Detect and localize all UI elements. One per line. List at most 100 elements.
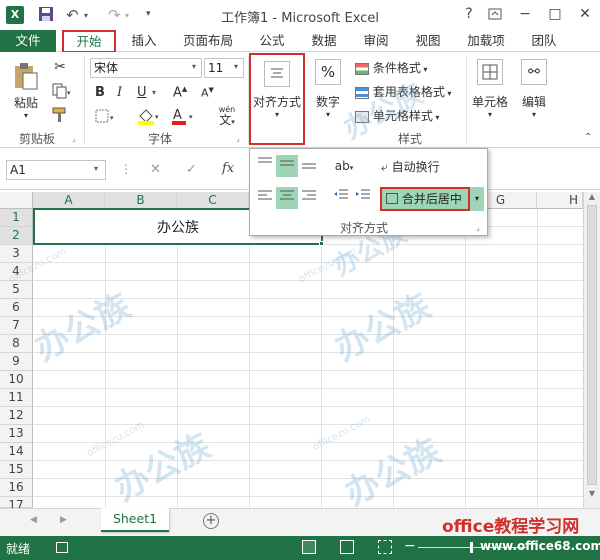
- decrease-font-size-icon[interactable]: A▼: [200, 85, 215, 101]
- help-icon[interactable]: ?: [458, 4, 480, 24]
- select-all-corner[interactable]: [0, 192, 33, 209]
- worksheet-grid[interactable]: A B C D E F G H ▲ ▼ 1 2 3 4 5 6 7 8 9 10…: [0, 77, 600, 514]
- minimize-icon[interactable]: −: [514, 4, 536, 24]
- editing-button[interactable]: ⚯ 编辑 ▾: [516, 56, 552, 132]
- row-header[interactable]: 3: [0, 245, 33, 263]
- phonetic-guide-icon[interactable]: wén 文▾: [212, 104, 242, 129]
- row-header[interactable]: 11: [0, 389, 33, 407]
- tab-file[interactable]: 文件: [0, 30, 56, 52]
- prev-sheet-icon[interactable]: ◀: [30, 515, 37, 525]
- name-box[interactable]: A1: [6, 160, 106, 180]
- increase-font-size-icon[interactable]: A▲: [172, 84, 188, 101]
- zoom-slider-thumb[interactable]: [470, 542, 473, 553]
- insert-function-icon[interactable]: fx: [222, 161, 234, 176]
- row-header[interactable]: 6: [0, 299, 33, 317]
- row-header[interactable]: 12: [0, 407, 33, 425]
- clipboard-launcher-icon[interactable]: ⌟: [72, 134, 76, 143]
- borders-icon[interactable]: ▾: [94, 108, 120, 127]
- column-header[interactable]: C: [177, 192, 249, 209]
- font-launcher-icon[interactable]: ⌟: [236, 134, 240, 143]
- align-top-icon[interactable]: [254, 155, 276, 177]
- row-header[interactable]: 17: [0, 497, 33, 512]
- align-left-icon[interactable]: [254, 187, 276, 209]
- column-header[interactable]: B: [105, 192, 177, 209]
- watermark-text: 办公族: [28, 285, 138, 370]
- orientation-icon[interactable]: ab▾: [330, 155, 358, 177]
- alignment-button-label: 对齐方式: [252, 95, 301, 109]
- column-header[interactable]: H: [537, 192, 583, 209]
- tab-page-layout[interactable]: 页面布局: [180, 32, 236, 52]
- svg-text:A: A: [173, 108, 182, 123]
- font-size-dropdown-icon[interactable]: ▾: [234, 62, 238, 71]
- alignment-launcher-icon[interactable]: ⌟: [476, 223, 480, 232]
- cells-button[interactable]: 单元格 ▾: [470, 56, 510, 132]
- tab-home[interactable]: 开始: [62, 30, 116, 53]
- vertical-scrollbar[interactable]: ▲ ▼: [583, 192, 600, 508]
- decrease-indent-icon[interactable]: [330, 187, 352, 209]
- increase-indent-icon[interactable]: [352, 187, 374, 209]
- copy-icon[interactable]: ▾: [50, 82, 74, 100]
- cut-icon[interactable]: ✂: [50, 58, 70, 76]
- binoculars-icon: ⚯: [521, 59, 547, 85]
- font-color-icon[interactable]: A ▾: [170, 106, 198, 129]
- normal-view-icon[interactable]: [302, 540, 316, 554]
- row-header[interactable]: 10: [0, 371, 33, 389]
- conditional-formatting-button[interactable]: 条件格式 ▾: [354, 58, 428, 77]
- wrap-text-button[interactable]: ⤶ 自动换行: [380, 157, 441, 176]
- font-name-dropdown-icon[interactable]: ▾: [192, 62, 196, 71]
- tab-formulas[interactable]: 公式: [254, 32, 290, 52]
- row-header[interactable]: 2: [0, 227, 33, 245]
- page-break-view-icon[interactable]: [378, 540, 392, 554]
- merge-center-dropdown-icon[interactable]: ▾: [470, 187, 484, 211]
- number-format-label: 数字: [315, 95, 340, 109]
- bold-button[interactable]: B: [94, 84, 108, 101]
- format-painter-icon[interactable]: [50, 106, 70, 124]
- sheet-tab-sheet1[interactable]: Sheet1: [101, 508, 169, 532]
- row-header[interactable]: 14: [0, 443, 33, 461]
- row-header[interactable]: 13: [0, 425, 33, 443]
- underline-button[interactable]: U: [136, 84, 150, 101]
- cancel-icon[interactable]: ✕: [150, 162, 161, 177]
- zoom-out-icon[interactable]: −: [404, 538, 416, 554]
- alignment-button[interactable]: 对齐方式 ▾: [249, 53, 305, 145]
- fill-color-icon[interactable]: ▾: [136, 106, 164, 129]
- enter-icon[interactable]: ✓: [186, 162, 197, 177]
- align-right-icon[interactable]: [298, 187, 320, 209]
- page-layout-view-icon[interactable]: [340, 540, 354, 554]
- cells-icon: [477, 59, 503, 85]
- scroll-down-icon[interactable]: ▼: [584, 489, 600, 498]
- tab-view[interactable]: 视图: [410, 32, 446, 52]
- next-sheet-icon[interactable]: ▶: [60, 515, 67, 525]
- row-header[interactable]: 1: [0, 209, 33, 227]
- paste-button[interactable]: 粘贴 ▾: [6, 58, 46, 122]
- font-name-select[interactable]: 宋体: [90, 58, 202, 78]
- add-sheet-icon[interactable]: +: [203, 513, 219, 529]
- tab-addins[interactable]: 加载项: [462, 32, 510, 52]
- italic-button[interactable]: I: [116, 84, 130, 101]
- scroll-thumb[interactable]: [587, 205, 597, 485]
- align-center-text-icon[interactable]: [276, 187, 298, 209]
- collapse-ribbon-icon[interactable]: ⌃: [584, 132, 592, 143]
- align-bottom-icon[interactable]: [298, 155, 320, 177]
- number-format-button[interactable]: % 数字 ▾: [310, 56, 346, 136]
- row-header[interactable]: 15: [0, 461, 33, 479]
- column-header[interactable]: A: [33, 192, 105, 209]
- row-header[interactable]: 8: [0, 335, 33, 353]
- fill-handle[interactable]: [319, 241, 324, 246]
- close-icon[interactable]: ✕: [574, 4, 596, 24]
- merge-center-button[interactable]: 合并后居中: [380, 187, 470, 211]
- underline-dropdown-icon[interactable]: ▾: [152, 88, 156, 97]
- macro-record-icon[interactable]: [56, 542, 68, 553]
- align-middle-icon[interactable]: [276, 155, 298, 177]
- scroll-up-icon[interactable]: ▲: [584, 192, 600, 201]
- tab-team[interactable]: 团队: [526, 32, 562, 52]
- tab-review[interactable]: 审阅: [358, 32, 394, 52]
- row-header[interactable]: 9: [0, 353, 33, 371]
- row-header[interactable]: 5: [0, 281, 33, 299]
- tab-insert[interactable]: 插入: [124, 32, 164, 52]
- name-box-dropdown-icon[interactable]: ▾: [94, 164, 98, 173]
- ribbon-display-options-icon[interactable]: [484, 4, 506, 24]
- row-header[interactable]: 16: [0, 479, 33, 497]
- maximize-icon[interactable]: □: [544, 4, 566, 24]
- tab-data[interactable]: 数据: [306, 32, 342, 52]
